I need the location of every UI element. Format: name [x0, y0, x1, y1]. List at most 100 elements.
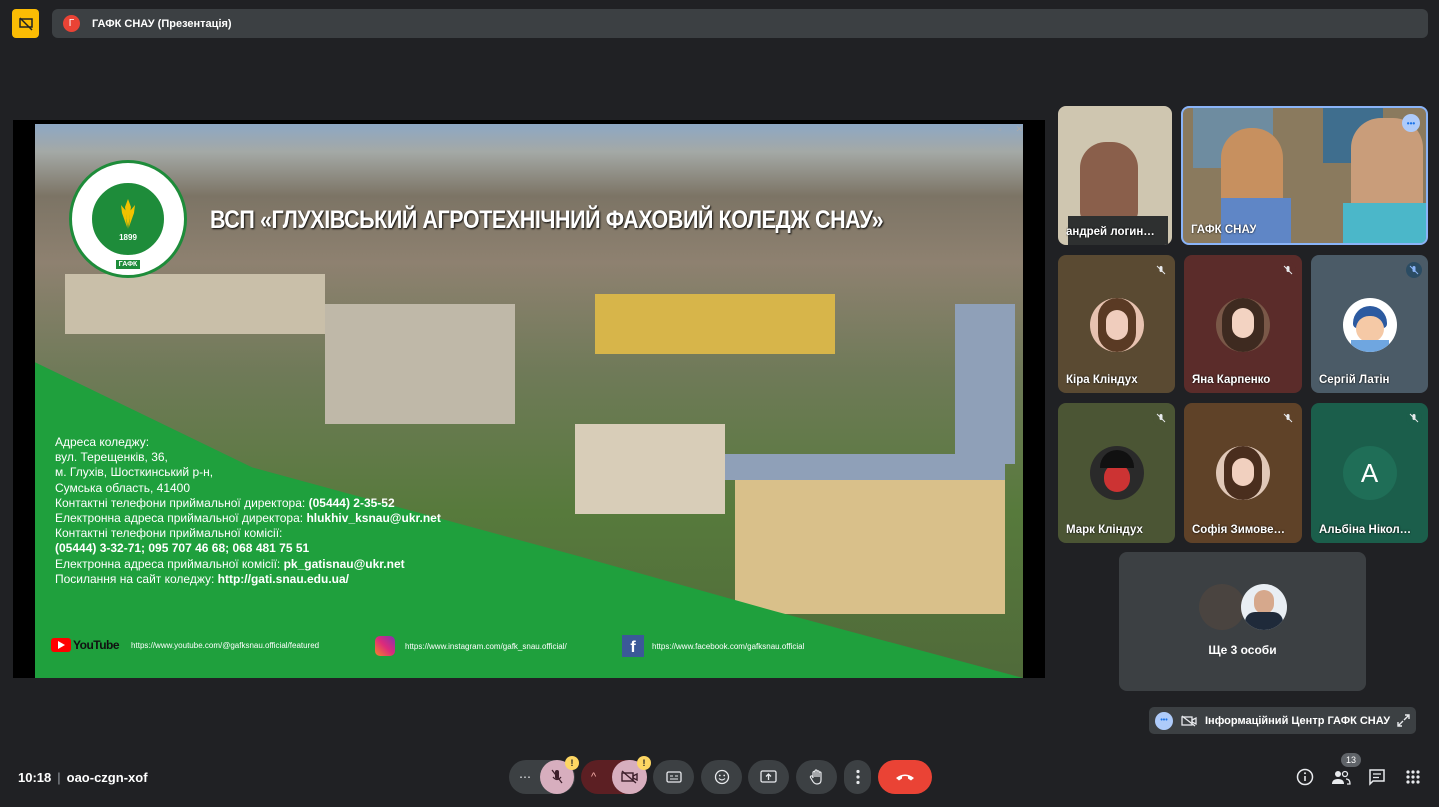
participant-name: Яна Карпенко [1192, 374, 1271, 386]
contact-info: Адреса коледжу: вул. Терещенків, 36, м. … [55, 435, 441, 587]
participant-tile[interactable]: Сергій Латін [1311, 255, 1428, 393]
building-image [575, 424, 725, 514]
logo-abbr: ГАФК [115, 260, 141, 269]
raise-hand-button[interactable] [796, 760, 837, 794]
info-line: (05444) 3-32-71; 095 707 46 68; 068 481 … [55, 541, 441, 556]
youtube-icon [51, 638, 71, 652]
info-line: м. Глухів, Шосткинський р-н, [55, 465, 214, 480]
presentation-stage: –▫✕ 1899 ГАФК ВСП «ГЛУХІВСЬКИЙ АГРОТЕХНІ… [13, 120, 1045, 678]
facebook-url: https://www.facebook.com/gafksnau.offici… [652, 641, 805, 651]
more-participants-tile[interactable]: Ще 3 особи [1119, 552, 1366, 691]
building-image [65, 274, 325, 334]
participant-name: Сергій Латін [1319, 374, 1390, 386]
people-count-badge: 13 [1341, 753, 1361, 767]
avatar [1241, 584, 1287, 630]
website-link: http://gati.snau.edu.ua/ [217, 571, 349, 586]
avatar [1089, 446, 1144, 500]
youtube-link: YouTube https://www.youtube.com/@gafksna… [51, 638, 319, 652]
director-phone: (05444) 2-35-52 [308, 495, 395, 510]
logo-year: 1899 [119, 232, 137, 242]
participant-tile[interactable]: Софія Зимове… [1184, 403, 1302, 543]
people-icon [1332, 770, 1351, 785]
participant-tile[interactable]: Яна Карпенко [1184, 255, 1302, 393]
participant-tile[interactable]: андрей логин… [1058, 106, 1172, 245]
director-email: hlukhiv_ksnau@ukr.net [306, 511, 441, 526]
hang-up-icon [896, 774, 914, 781]
instagram-icon [375, 636, 395, 656]
participant-tile[interactable]: Марк Кліндух [1058, 403, 1175, 543]
camera-off-icon [1181, 714, 1197, 727]
info-line: вул. Терещенків, 36, [55, 450, 168, 465]
presentation-title: ГАФК СНАУ (Презентація) [92, 17, 232, 30]
captions-button[interactable] [653, 760, 694, 794]
present-icon [760, 770, 777, 783]
chevron-up-icon[interactable]: ^ [591, 771, 596, 783]
mic-off-icon [1153, 410, 1169, 426]
avatar [1216, 298, 1270, 352]
self-view-minimized[interactable]: ••• Інформаційний Центр ГАФК СНАУ [1149, 707, 1416, 734]
self-view-label: Інформаційний Центр ГАФК СНАУ [1205, 714, 1391, 727]
info-line: Електронна адреса приймальної комісії: p… [55, 557, 441, 572]
no-presentation-icon[interactable] [12, 9, 39, 38]
chat-icon [1369, 769, 1385, 786]
meeting-details-button[interactable] [1294, 766, 1316, 788]
slide-title: ВСП «ГЛУХІВСЬКИЙ АГРОТЕХНІЧНИЙ ФАХОВИЙ К… [210, 206, 884, 234]
info-icon [1296, 768, 1314, 786]
info-label: Електронна адреса приймальної директора: [55, 511, 304, 526]
audio-options-icon[interactable]: ⋯ [519, 770, 531, 784]
activities-button[interactable] [1402, 766, 1424, 788]
meeting-code[interactable]: oao-czgn-xof [67, 770, 148, 785]
chat-button[interactable] [1366, 766, 1388, 788]
info-line: Адреса коледжу: [55, 435, 150, 449]
more-options-button[interactable] [844, 760, 871, 794]
avatar [1199, 584, 1245, 630]
more-vert-icon [855, 769, 860, 785]
participant-name: Марк Кліндух [1066, 524, 1143, 536]
building-image [735, 464, 1005, 614]
meeting-info: 10:18 | oao-czgn-xof [18, 770, 148, 785]
participant-video [1080, 142, 1138, 222]
clock-time: 10:18 [18, 770, 52, 785]
presenter-avatar: Г [63, 15, 80, 32]
presentation-banner: Г ГАФК СНАУ (Презентація) [52, 9, 1428, 38]
participant-video [1221, 198, 1291, 243]
more-participants-label: Ще 3 особи [1208, 643, 1277, 657]
roof-image [955, 304, 1015, 464]
info-label: Електронна адреса приймальної комісії: [55, 556, 281, 571]
reactions-button[interactable] [701, 760, 742, 794]
youtube-url: https://www.youtube.com/@gafksnau.offici… [131, 640, 320, 650]
college-logo: 1899 ГАФК [69, 160, 187, 278]
participant-tile[interactable]: Кіра Кліндух [1058, 255, 1175, 393]
avatar [1216, 446, 1270, 500]
info-label: Посилання на сайт коледжу: [55, 571, 215, 586]
avatar: А [1342, 446, 1397, 500]
participant-tile[interactable]: А Альбіна Нікол… [1311, 403, 1428, 543]
presentation-slide: –▫✕ 1899 ГАФК ВСП «ГЛУХІВСЬКИЙ АГРОТЕХНІ… [35, 124, 1023, 678]
building-image [325, 304, 515, 424]
avatar [1342, 298, 1397, 352]
info-line: Сумська область, 41400 [55, 480, 191, 495]
participant-name: андрей логин… [1066, 226, 1155, 238]
slide-window-controls[interactable]: –▫✕ [979, 124, 1023, 135]
more-options-icon[interactable]: ••• [1402, 114, 1420, 132]
instagram-link: https://www.instagram.com/gafk_snau.offi… [375, 636, 567, 656]
people-button[interactable] [1330, 766, 1352, 788]
mic-off-icon [1406, 410, 1422, 426]
info-line: Контактні телефони приймальної комісії: [55, 526, 283, 541]
facebook-link: f https://www.facebook.com/gafksnau.offi… [622, 635, 804, 657]
participant-tile[interactable]: ••• ГАФК СНАУ [1181, 106, 1428, 245]
warning-icon: ! [637, 756, 651, 770]
participant-name: Кіра Кліндух [1066, 374, 1138, 386]
admission-phones: (05444) 3-32-71; 095 707 46 68; 068 481 … [55, 541, 310, 556]
present-screen-button[interactable] [748, 760, 789, 794]
captions-icon [665, 771, 682, 783]
camera-control-group: ^ ! [581, 756, 651, 794]
leave-call-button[interactable] [878, 760, 932, 794]
expand-icon[interactable] [1397, 714, 1410, 727]
emoji-icon [714, 769, 729, 785]
mic-off-icon [1153, 262, 1169, 278]
admission-email: pk_gatisnau@ukr.net [283, 556, 405, 571]
more-options-icon[interactable]: ••• [1155, 711, 1173, 730]
info-line: Контактні телефони приймальної директора… [55, 496, 441, 511]
hand-icon [809, 768, 822, 785]
